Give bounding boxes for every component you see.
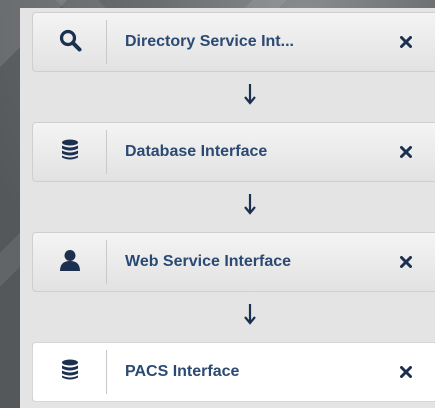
arrow-down-icon: [20, 300, 435, 330]
node-icon-cell: [33, 240, 107, 284]
node-icon-cell: [33, 350, 107, 394]
arrow-down-icon: [20, 80, 435, 110]
close-icon[interactable]: [383, 239, 429, 285]
interface-chain-panel: Directory Service Int... Database Interf…: [20, 8, 435, 408]
node-pacs-interface[interactable]: PACS Interface: [32, 342, 435, 402]
node-label: Directory Service Int...: [125, 33, 294, 50]
user-icon: [59, 249, 81, 276]
database-icon: [61, 139, 79, 166]
close-icon[interactable]: [383, 129, 429, 175]
close-icon[interactable]: [383, 19, 429, 65]
node-label: Database Interface: [125, 143, 268, 160]
node-label: Web Service Interface: [125, 253, 292, 270]
arrow-down-icon: [20, 190, 435, 220]
close-icon[interactable]: [383, 349, 429, 395]
node-directory-service[interactable]: Directory Service Int...: [32, 12, 435, 72]
search-icon: [58, 28, 82, 57]
node-icon-cell: [33, 130, 107, 174]
node-web-service-interface[interactable]: Web Service Interface: [32, 232, 435, 292]
node-icon-cell: [33, 20, 107, 64]
node-database-interface[interactable]: Database Interface: [32, 122, 435, 182]
node-label: PACS Interface: [125, 363, 240, 380]
database-icon: [61, 359, 79, 386]
